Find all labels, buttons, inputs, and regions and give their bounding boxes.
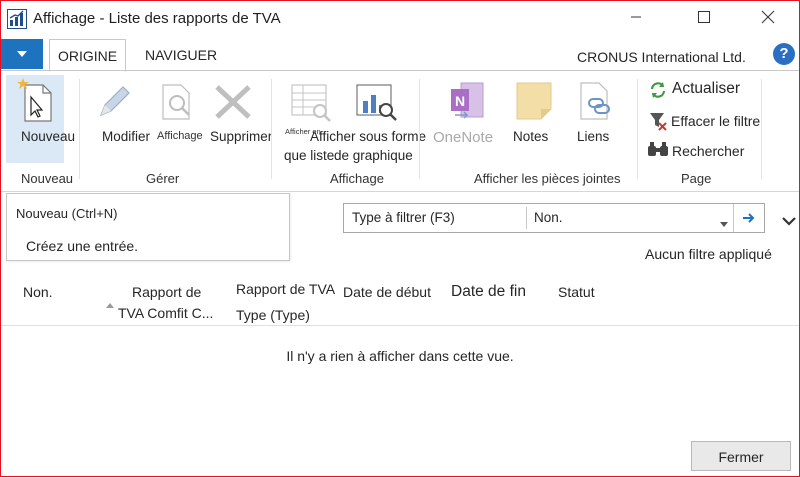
filter-divider-2 (733, 204, 734, 232)
column-header-date-debut[interactable]: Date de début (343, 284, 431, 300)
notes-button[interactable]: Notes (513, 129, 548, 144)
column-header-rapport[interactable]: Rapport de (132, 284, 201, 300)
company-name[interactable]: CRONUS International Ltd. (577, 49, 746, 65)
filter-field-select[interactable]: Non. (534, 210, 563, 225)
tab-origine[interactable]: ORIGINE (49, 39, 127, 72)
group-label-pieces-jointes: Afficher les pièces jointes (474, 171, 621, 186)
ribbon-separator (761, 79, 762, 179)
ribbon-separator (637, 79, 638, 179)
clear-filter-icon (649, 111, 667, 131)
onenote-button[interactable]: OneNote (433, 129, 493, 146)
apply-filter-arrow-icon[interactable] (742, 211, 756, 225)
ribbon-tabs: ORIGINE NAVIGUER CRONUS International Lt… (1, 39, 799, 72)
liens-button[interactable]: Liens (577, 129, 609, 144)
window-title: Affichage - Liste des rapports de TVA (33, 10, 281, 27)
nouveau-button[interactable]: Nouveau (21, 129, 75, 144)
header-divider (1, 325, 799, 326)
page-title-fragment (1, 207, 5, 223)
minimize-button[interactable] (613, 1, 659, 33)
app-logo-icon (7, 9, 27, 29)
new-document-icon (13, 77, 57, 127)
affichage-button[interactable]: Affichage (157, 130, 203, 142)
afficher-liste-button[interactable]: que liste (284, 148, 334, 163)
group-label-affichage: Affichage (330, 171, 384, 186)
delete-icon (213, 83, 253, 121)
ribbon-separator (271, 79, 272, 179)
column-header-date-fin[interactable]: Date de fin (451, 283, 526, 301)
pencil-icon (95, 81, 133, 121)
column-header-type-line2: Type (Type) (236, 307, 310, 323)
column-header-rapport-line2: TVA Comfit C... (118, 305, 214, 321)
column-header-no[interactable]: Non. (23, 284, 53, 300)
expand-chevron-icon[interactable] (781, 214, 797, 226)
filter-type-input[interactable]: Type à filtrer (F3) (352, 210, 455, 225)
filter-box: Type à filtrer (F3) Non. (343, 203, 765, 233)
maximize-button[interactable] (681, 1, 727, 33)
supprimer-button[interactable]: Supprimer (210, 129, 272, 144)
chart-view-icon (355, 81, 399, 123)
svg-text:N: N (455, 93, 465, 109)
actualiser-button[interactable]: Actualiser (672, 80, 740, 98)
tab-naviguer[interactable]: NAVIGUER (137, 39, 225, 70)
link-icon (577, 81, 615, 123)
tooltip-description: Créez une entrée. (26, 238, 139, 254)
dropdown-arrow-icon (17, 51, 27, 57)
group-label-gerer: Gérer (146, 171, 180, 186)
column-header-type[interactable]: Rapport de TVA (236, 281, 335, 297)
filter-status: Aucun filtre appliqué (645, 246, 772, 262)
note-icon (515, 81, 553, 121)
tooltip-title: Nouveau (Ctrl+N) (16, 206, 118, 221)
rechercher-button[interactable]: Rechercher (672, 143, 744, 159)
afficher-graphique-button[interactable]: Afficher sous forme (310, 129, 426, 144)
view-document-icon (159, 81, 195, 123)
refresh-icon (649, 81, 667, 99)
ribbon: Nouveau Modifier Affichage Supprimer Aff… (1, 70, 799, 192)
empty-list-message: Il n'y a rien à afficher dans cette vue. (286, 348, 514, 364)
group-label-nouveau: Nouveau (21, 171, 74, 186)
list-view-icon (290, 81, 332, 123)
afficher-graphique-label-2: de graphique (334, 148, 413, 163)
group-label-page: Page (681, 171, 712, 186)
app-menu-button[interactable] (1, 39, 43, 69)
onenote-icon: N (447, 79, 487, 125)
modifier-button[interactable]: Modifier (102, 129, 150, 144)
close-window-button[interactable] (745, 1, 791, 33)
sort-ascending-icon (106, 296, 114, 308)
effacer-filtre-button[interactable]: Effacer le filtre (671, 113, 760, 129)
filter-divider (526, 207, 527, 229)
ribbon-separator (79, 79, 80, 179)
help-icon[interactable]: ? (773, 43, 795, 65)
app-window: Affichage - Liste des rapports de TVA OR… (0, 0, 800, 477)
chevron-down-icon[interactable] (720, 215, 728, 227)
ribbon-separator (419, 79, 420, 179)
fermer-button[interactable]: Fermer (691, 441, 791, 471)
nouveau-tooltip: Nouveau (Ctrl+N) Créez une entrée. (6, 193, 290, 261)
column-header-statut[interactable]: Statut (558, 284, 595, 300)
title-bar: Affichage - Liste des rapports de TVA (1, 1, 799, 37)
binoculars-icon (647, 141, 669, 157)
